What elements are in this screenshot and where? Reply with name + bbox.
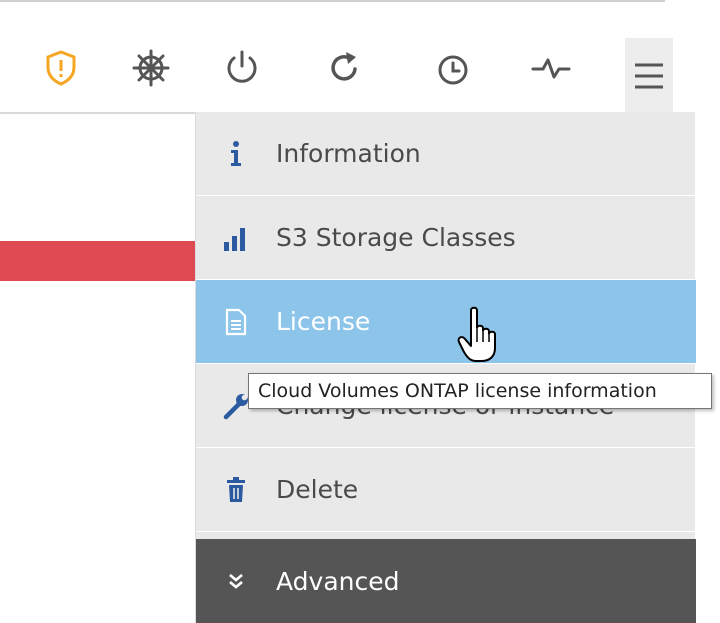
menu-item-information[interactable]: Information — [196, 112, 696, 196]
menu-item-label: License — [276, 307, 371, 336]
hamburger-menu-icon[interactable] — [625, 38, 673, 114]
document-icon — [196, 280, 276, 364]
menu-item-delete[interactable]: Delete — [196, 448, 696, 532]
toolbar-divider — [0, 112, 197, 114]
tooltip: Cloud Volumes ONTAP license information — [248, 373, 712, 409]
bar-chart-icon — [196, 196, 276, 280]
menu-item-license[interactable]: License — [196, 280, 696, 364]
hand-cursor-icon — [456, 306, 500, 364]
power-icon[interactable] — [219, 45, 265, 91]
refresh-icon[interactable] — [322, 45, 368, 91]
menu-item-advanced[interactable]: Advanced — [196, 539, 696, 623]
alert-shield-icon[interactable] — [38, 45, 84, 91]
actions-menu: Information S3 Storage Classes License D… — [195, 112, 696, 623]
menu-item-label: Delete — [276, 475, 359, 504]
activity-icon[interactable] — [528, 45, 574, 91]
helm-icon[interactable] — [128, 45, 174, 91]
double-chevron-down-icon — [196, 539, 276, 623]
status-bar — [0, 241, 195, 281]
screen: Information S3 Storage Classes License D… — [0, 0, 720, 623]
clock-icon[interactable] — [430, 45, 476, 91]
menu-item-label: S3 Storage Classes — [276, 223, 516, 252]
trash-icon — [196, 448, 276, 532]
menu-item-label: Advanced — [276, 566, 400, 596]
toolbar — [0, 0, 720, 114]
menu-item-label: Information — [276, 139, 421, 168]
info-icon — [196, 112, 276, 196]
menu-item-s3-storage-classes[interactable]: S3 Storage Classes — [196, 196, 696, 280]
